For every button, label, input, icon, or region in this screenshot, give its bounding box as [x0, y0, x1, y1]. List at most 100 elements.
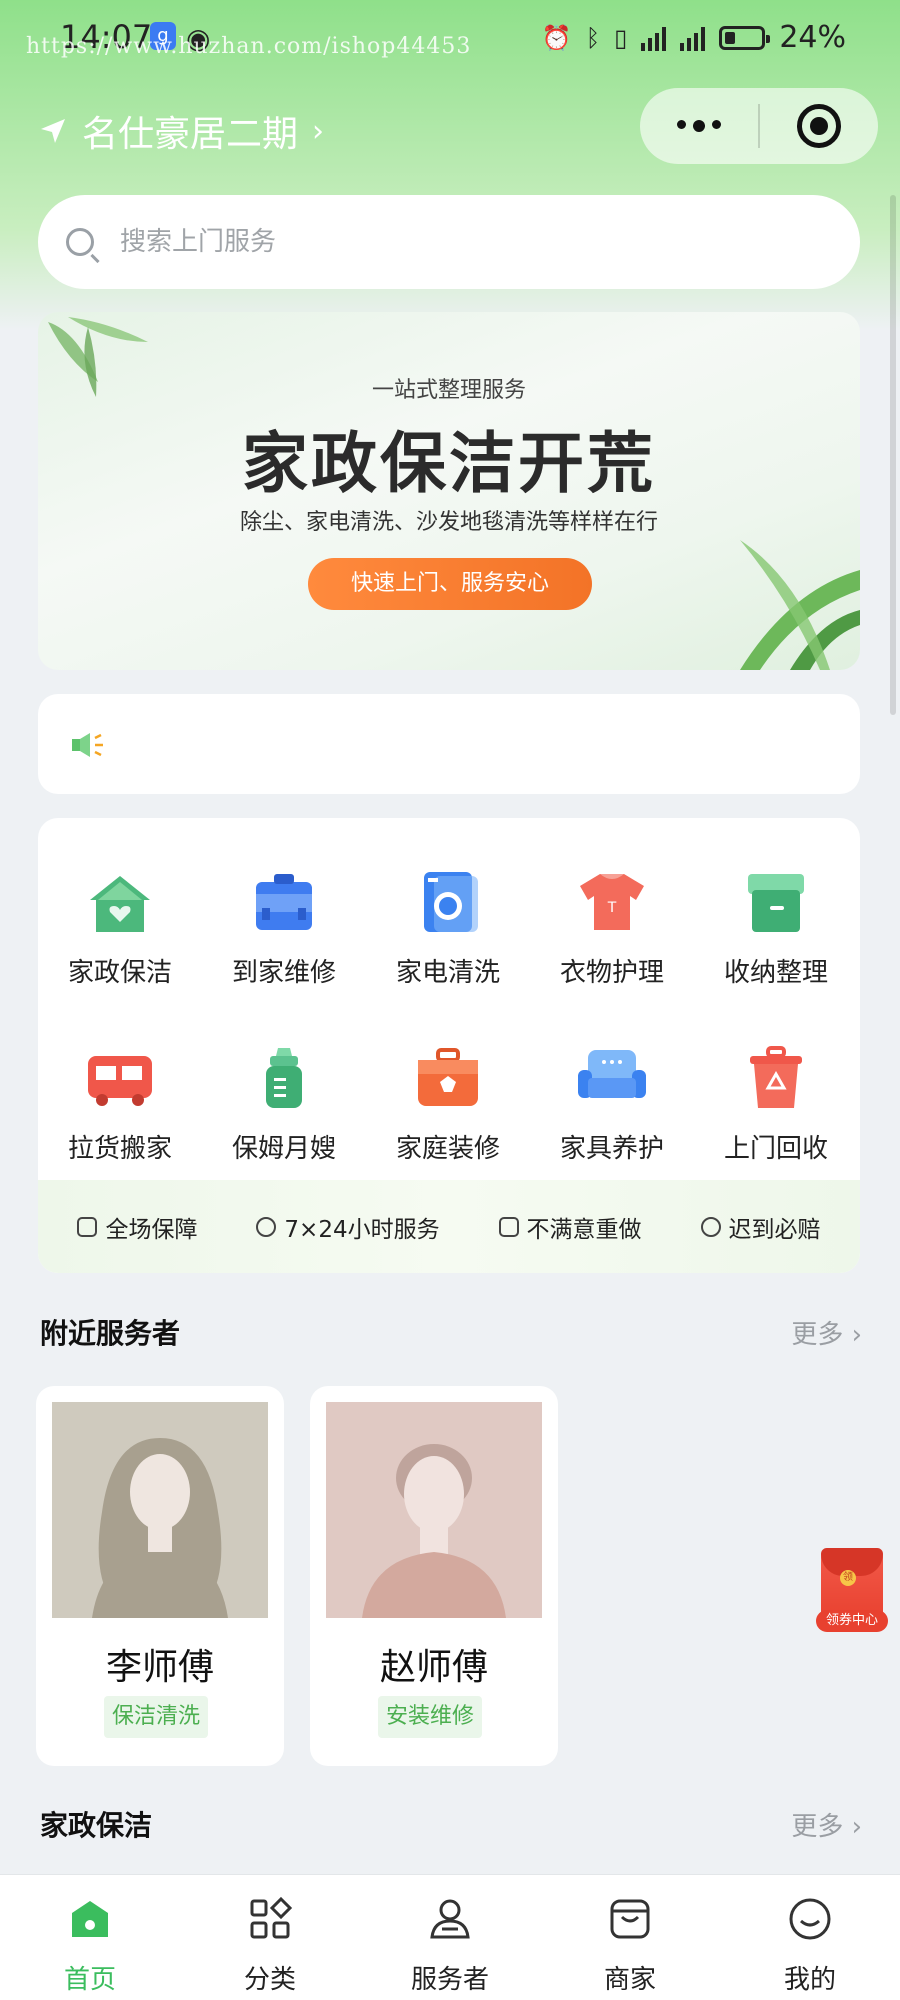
tab-label: 商家: [603, 1965, 656, 1995]
notice-bar[interactable]: [38, 694, 860, 794]
category-recycling[interactable]: 上门回收: [694, 1046, 858, 1165]
battery-percent: 24%: [779, 20, 846, 55]
nearby-more-link[interactable]: 更多 ›: [791, 1314, 862, 1351]
coupon-center-button[interactable]: 领 领券中心: [816, 1548, 888, 1636]
male-avatar-icon: [326, 1402, 542, 1618]
location-name: 名仕豪居二期: [82, 114, 299, 155]
signal-icon-2: [680, 25, 706, 51]
grass-leaf-icon: [740, 540, 860, 670]
tab-label: 分类: [243, 1965, 296, 1995]
tab-label: 首页: [63, 1965, 116, 1995]
truck-icon: [88, 1056, 152, 1106]
category-repair[interactable]: 到家维修: [202, 870, 366, 989]
more-menu-button[interactable]: [640, 120, 758, 132]
more-label: 更多: [791, 1812, 844, 1842]
recycle-bin-icon: [750, 1046, 802, 1108]
banner-subtitle: 一站式整理服务: [371, 378, 526, 403]
bluetooth-icon: ᛒ: [585, 23, 601, 52]
tab-label: 我的: [783, 1965, 836, 1995]
guarantee-item: 不满意重做: [498, 1210, 642, 1244]
housekeeping-more-link[interactable]: 更多 ›: [791, 1806, 862, 1843]
shield-icon: [77, 1216, 98, 1237]
banner-cta-button[interactable]: 快速上门、服务安心: [308, 558, 592, 610]
battery-icon: [719, 25, 771, 50]
location-arrow-icon: [41, 119, 65, 143]
guarantee-item: 全场保障: [77, 1210, 197, 1244]
status-bar: 14:07 g ◉ https://www.huzhan.com/ishop44…: [0, 0, 900, 80]
baby-bottle-icon: [266, 1048, 302, 1108]
tab-home[interactable]: 首页: [0, 1875, 180, 2000]
close-program-button[interactable]: [760, 104, 878, 148]
more-label: 更多: [791, 1320, 844, 1350]
worker-name: 赵师傅: [379, 1647, 488, 1688]
shop-icon: [610, 1899, 650, 1939]
sofa-icon: [578, 1050, 646, 1098]
category-label: 上门回收: [723, 1134, 828, 1164]
smile-icon: [789, 1898, 831, 1940]
location-selector[interactable]: 名仕豪居二期 ›: [38, 105, 324, 157]
speaker-icon: [72, 733, 103, 757]
category-renovation[interactable]: 家庭装修: [366, 1046, 530, 1165]
alarm-icon: ⏰: [541, 23, 572, 52]
washing-machine-icon: [424, 872, 478, 932]
watermark-text: https://www.huzhan.com/ishop44453: [26, 34, 472, 59]
chevron-right-icon: ›: [851, 1320, 862, 1350]
category-label: 家政保洁: [67, 958, 172, 988]
chevron-right-icon: ›: [851, 1812, 862, 1842]
chevron-right-icon: ›: [312, 113, 325, 149]
guarantee-item: 7×24小时服务: [256, 1210, 440, 1244]
toolkit-icon: [418, 1048, 478, 1106]
home-icon: [72, 1901, 108, 1937]
worker-avatar: [52, 1402, 268, 1618]
tab-workers[interactable]: 服务者: [360, 1875, 540, 2000]
guarantee-label: 迟到必赔: [728, 1216, 821, 1243]
category-moving[interactable]: 拉货搬家: [38, 1046, 202, 1165]
status-indicators: ⏰ ᛒ ▯ 24%: [542, 20, 846, 55]
banner-description: 除尘、家电清洗、沙发地毯清洗等样样在行: [239, 510, 658, 535]
target-icon: [797, 104, 841, 148]
scrollbar[interactable]: [890, 195, 896, 715]
category-housekeeping[interactable]: 家政保洁: [38, 870, 202, 989]
category-appliance-cleaning[interactable]: 家电清洗: [366, 870, 530, 989]
search-input[interactable]: [120, 227, 720, 257]
guarantee-item: 迟到必赔: [700, 1210, 821, 1244]
vibrate-icon: ▯: [614, 23, 628, 52]
category-label: 家庭装修: [395, 1134, 500, 1164]
category-card: 家政保洁 到家维修 家电清洗 T 衣物护理 收纳整理 拉货搬家 保姆月嫂 家庭装…: [38, 818, 860, 1273]
toolbox-icon: [256, 874, 312, 930]
coupon-label: 领券中心: [816, 1610, 888, 1632]
tab-profile[interactable]: 我的: [720, 1875, 900, 2000]
document-icon: [498, 1216, 519, 1237]
worker-avatar: [326, 1402, 542, 1618]
storage-box-icon: [748, 874, 804, 932]
worker-name: 李师傅: [105, 1647, 214, 1688]
category-furniture-care[interactable]: 家具养护: [530, 1046, 694, 1165]
category-label: 保姆月嫂: [231, 1134, 336, 1164]
category-clothing-care[interactable]: T 衣物护理: [530, 870, 694, 989]
tab-merchants[interactable]: 商家: [540, 1875, 720, 2000]
category-label: 收纳整理: [723, 958, 828, 988]
coupon-seal: 领: [840, 1570, 856, 1586]
category-label: 家电清洗: [395, 958, 500, 988]
clock-icon: [256, 1216, 277, 1237]
mini-program-capsule: [640, 88, 878, 164]
promo-banner[interactable]: 一站式整理服务 家政保洁开荒 除尘、家电清洗、沙发地毯清洗等样样在行 快速上门、…: [38, 312, 860, 670]
search-bar[interactable]: [38, 195, 860, 289]
female-avatar-icon: [52, 1402, 268, 1618]
worker-card[interactable]: 赵师傅 安装维修: [310, 1386, 558, 1766]
category-nanny[interactable]: 保姆月嫂: [202, 1046, 366, 1165]
guarantee-label: 7×24小时服务: [284, 1216, 440, 1243]
worker-icon: [430, 1899, 470, 1939]
banner-title: 家政保洁开荒: [242, 425, 656, 502]
guarantee-label: 不满意重做: [526, 1216, 642, 1243]
worker-card[interactable]: 李师傅 保洁清洗: [36, 1386, 284, 1766]
tab-category[interactable]: 分类: [180, 1875, 360, 2000]
guarantee-strip: 全场保障 7×24小时服务 不满意重做 迟到必赔: [38, 1180, 860, 1273]
housekeeping-section-title: 家政保洁: [40, 1809, 153, 1842]
worker-skill-tag: 保洁清洗: [104, 1696, 209, 1738]
category-storage[interactable]: 收纳整理: [694, 870, 858, 989]
worker-skill-tag: 安装维修: [378, 1696, 483, 1738]
tshirt-icon: T: [580, 874, 644, 930]
signal-icon: [641, 25, 667, 51]
nearby-section-title: 附近服务者: [40, 1317, 181, 1350]
